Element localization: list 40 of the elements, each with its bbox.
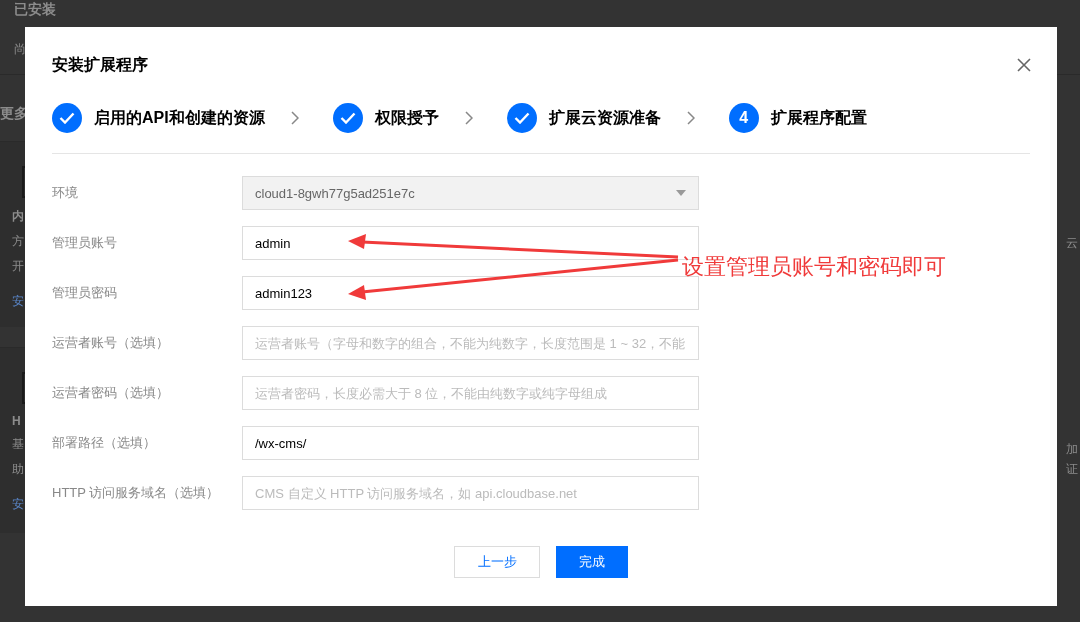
input-field[interactable]: CMS 自定义 HTTP 访问服务域名，如 api.cloudbase.net: [242, 476, 699, 510]
section-heading: 已安装: [14, 1, 56, 19]
close-icon[interactable]: [1017, 58, 1031, 72]
input-field[interactable]: 运营者账号（字母和数字的组合，不能为纯数字，长度范围是 1 ~ 32，不能: [242, 326, 699, 360]
install-link[interactable]: 安: [12, 496, 24, 513]
card-text: 助: [12, 461, 24, 478]
field-label: HTTP 访问服务域名（选填）: [52, 484, 221, 502]
back-button[interactable]: 上一步: [454, 546, 540, 578]
card-text: 方: [12, 233, 24, 250]
card-text: 基: [12, 436, 24, 453]
field-label: 管理员账号: [52, 234, 118, 252]
chevron-icon: [464, 111, 473, 125]
caret-icon: [676, 190, 686, 196]
card-text: 云: [1066, 235, 1078, 252]
card-text: 开: [12, 258, 24, 275]
field-label: 环境: [52, 184, 79, 202]
dialog-title: 安装扩展程序: [52, 54, 148, 75]
field-label: 部署路径（选填）: [52, 434, 157, 452]
section-heading: 更多: [0, 105, 28, 121]
step-label: 启用的API和创建的资源: [94, 107, 265, 128]
chevron-icon: [686, 111, 695, 125]
chevron-icon: [290, 111, 299, 125]
card-text: 加: [1066, 441, 1078, 458]
finish-button[interactable]: 完成: [556, 546, 628, 578]
field-label: 运营者密码（选填）: [52, 384, 170, 402]
step-number: 4: [728, 103, 759, 133]
input-field[interactable]: /wx-cms/: [242, 426, 699, 460]
card-text: H: [12, 414, 21, 428]
field-label: 运营者账号（选填）: [52, 334, 170, 352]
step-label: 扩展云资源准备: [548, 107, 661, 128]
card-text: 证: [1066, 461, 1078, 478]
step-label: 扩展程序配置: [770, 107, 867, 128]
input-field[interactable]: admin123: [242, 276, 699, 310]
input-field[interactable]: 运营者密码，长度必需大于 8 位，不能由纯数字或纯字母组成: [242, 376, 699, 410]
step-label: 权限授予: [374, 107, 439, 128]
card-text: 内: [12, 208, 24, 225]
field-label: 管理员密码: [52, 284, 118, 302]
install-link[interactable]: 安: [12, 293, 24, 310]
select-field: cloud1-8gwh77g5ad251e7c: [242, 176, 699, 210]
backdrop-text: 尚: [14, 41, 26, 58]
